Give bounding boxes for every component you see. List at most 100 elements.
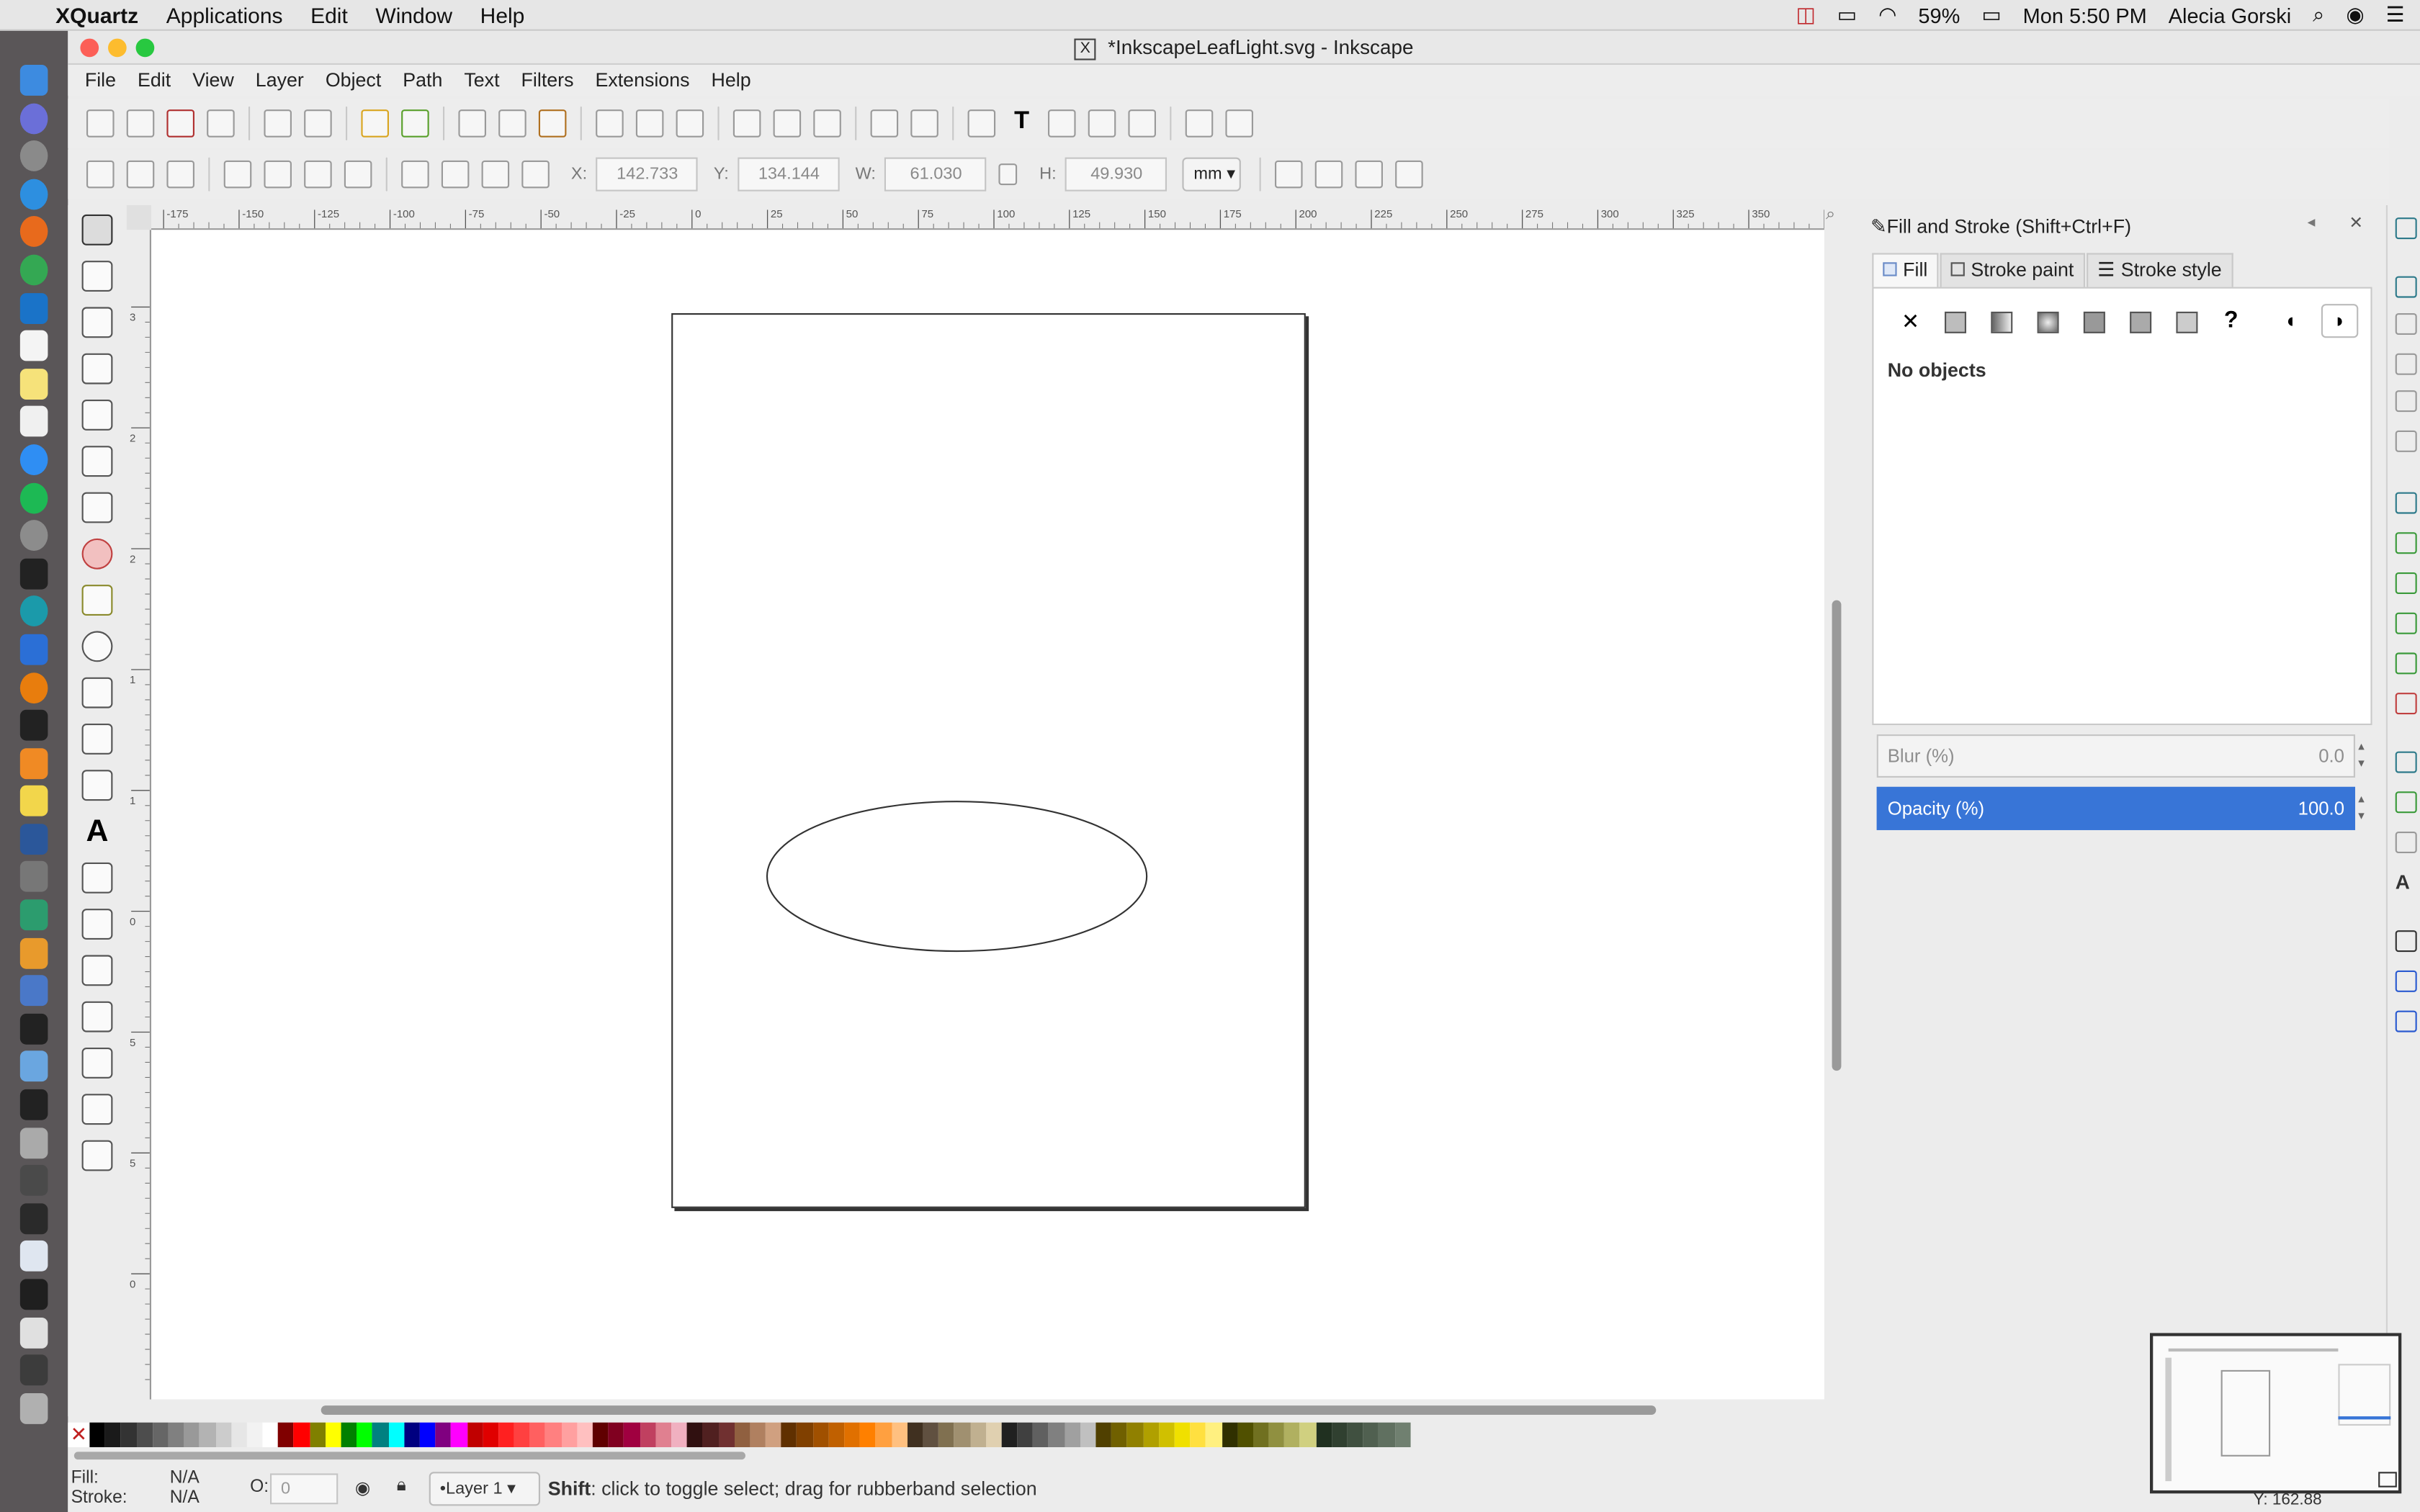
- pencil-tool-icon[interactable]: [81, 677, 113, 708]
- menu-object[interactable]: Object: [326, 69, 381, 91]
- snap-bbox-midpoint-icon[interactable]: [2395, 390, 2417, 413]
- palette-swatch[interactable]: [671, 1422, 687, 1447]
- palette-swatch[interactable]: [262, 1422, 279, 1447]
- app-icon-6[interactable]: [19, 1127, 48, 1158]
- palette-swatch[interactable]: [608, 1422, 624, 1447]
- blender-icon[interactable]: [19, 672, 48, 703]
- app-icon-10[interactable]: [19, 1279, 48, 1310]
- palette-swatch[interactable]: [592, 1422, 609, 1447]
- layers-dialog-icon[interactable]: [1048, 109, 1076, 138]
- finder-icon[interactable]: [19, 65, 48, 96]
- notes-icon[interactable]: [19, 368, 48, 400]
- xquartz-icon[interactable]: [19, 1013, 48, 1045]
- dock-dialog-icon[interactable]: ◂: [2308, 215, 2316, 232]
- palette-swatch[interactable]: [859, 1422, 876, 1447]
- lower-icon[interactable]: [441, 160, 470, 189]
- palette-swatch[interactable]: [954, 1422, 970, 1447]
- y-input[interactable]: 134.144: [738, 157, 841, 192]
- undo-icon[interactable]: [361, 109, 389, 138]
- save-document-icon[interactable]: [166, 109, 194, 138]
- flip-horizontal-icon[interactable]: [304, 160, 332, 189]
- menubar-app-name[interactable]: XQuartz: [55, 2, 138, 27]
- snap-guides-icon[interactable]: [2395, 1010, 2417, 1032]
- palette-swatch[interactable]: [1174, 1422, 1191, 1447]
- fill-rule-evenodd-icon[interactable]: ◖: [2284, 309, 2296, 332]
- palette-swatch[interactable]: [1080, 1422, 1096, 1447]
- palette-swatch[interactable]: [577, 1422, 593, 1447]
- palette-swatch[interactable]: [624, 1422, 640, 1447]
- palette-swatch[interactable]: [844, 1422, 860, 1447]
- connector-tool-icon[interactable]: [81, 1140, 113, 1171]
- palette-swatch[interactable]: [702, 1422, 719, 1447]
- palette-swatch[interactable]: [938, 1422, 954, 1447]
- flip-vertical-icon[interactable]: [344, 160, 372, 189]
- palette-swatch[interactable]: [875, 1422, 892, 1447]
- gradient-tool-icon[interactable]: [81, 1001, 113, 1032]
- vertical-ruler[interactable]: 3 2 2 1 1 0 5 5 0: [126, 230, 151, 1400]
- palette-swatch[interactable]: [1001, 1422, 1018, 1447]
- menu-edit[interactable]: Edit: [138, 69, 171, 91]
- blur-stepper[interactable]: ▴ ▾: [2358, 737, 2365, 771]
- fill-stroke-dialog-icon[interactable]: [967, 109, 996, 138]
- toggle-visibility-icon[interactable]: ◉: [355, 1477, 371, 1498]
- lock-layer-icon[interactable]: 🔒︎: [397, 1477, 406, 1497]
- notification-center-icon[interactable]: ☰: [2386, 3, 2405, 27]
- snap-nodes-icon[interactable]: [2395, 492, 2417, 514]
- mesh-tool-icon[interactable]: [81, 1048, 113, 1079]
- palette-swatch[interactable]: [1363, 1422, 1379, 1447]
- unlink-clone-icon[interactable]: [813, 109, 841, 138]
- import-icon[interactable]: [264, 109, 292, 138]
- snap-others-icon[interactable]: [2395, 751, 2417, 773]
- palette-swatch[interactable]: [907, 1422, 923, 1447]
- export-icon[interactable]: [304, 109, 332, 138]
- palette-swatch[interactable]: [655, 1422, 672, 1447]
- preferences-icon[interactable]: [1225, 109, 1253, 138]
- palette-swatch[interactable]: [781, 1422, 797, 1447]
- zoom-window-button[interactable]: [135, 38, 155, 58]
- opacity-input[interactable]: Opacity (%) 100.0: [1876, 786, 2355, 830]
- palette-swatch[interactable]: [1127, 1422, 1143, 1447]
- app-icon-11[interactable]: [19, 1317, 48, 1348]
- snap-bbox-edge-icon[interactable]: [2395, 313, 2417, 335]
- cut-icon[interactable]: [498, 109, 526, 138]
- utility-icon[interactable]: [19, 861, 48, 893]
- palette-swatch[interactable]: [278, 1422, 295, 1447]
- app-icon-2[interactable]: [19, 937, 48, 968]
- x-input[interactable]: 142.733: [596, 157, 699, 192]
- menubar-applications[interactable]: Applications: [166, 2, 283, 27]
- horizontal-ruler[interactable]: -175 -150 -125 -100 -75 -50 -25 0 25 50 75 100 125 15…: [151, 205, 1824, 230]
- palette-swatch[interactable]: [215, 1422, 231, 1447]
- palette-scrollbar[interactable]: [68, 1446, 2152, 1466]
- palette-swatch[interactable]: [388, 1422, 404, 1447]
- palette-swatch[interactable]: [309, 1422, 326, 1447]
- flat-color-button[interactable]: [1945, 311, 1966, 333]
- redo-icon[interactable]: [401, 109, 429, 138]
- copy-icon[interactable]: [458, 109, 486, 138]
- rectangle-tool-icon[interactable]: [81, 446, 113, 477]
- palette-swatch[interactable]: [419, 1422, 436, 1447]
- app-icon-3[interactable]: [19, 975, 48, 1007]
- scale-stroke-icon[interactable]: [1275, 160, 1304, 189]
- text-font-dialog-icon[interactable]: T: [1008, 109, 1036, 138]
- horizontal-scroll-thumb[interactable]: [321, 1405, 1657, 1415]
- vertical-scrollbar[interactable]: [1826, 230, 1847, 1403]
- siri-icon[interactable]: ◉: [2346, 3, 2364, 27]
- arduino-icon[interactable]: [19, 595, 48, 627]
- lower-to-bottom-icon[interactable]: [401, 160, 429, 189]
- menu-text[interactable]: Text: [464, 69, 499, 91]
- terminal-icon[interactable]: [19, 709, 48, 741]
- scale-corners-icon[interactable]: [1315, 160, 1344, 189]
- unit-select[interactable]: mm ▾: [1183, 157, 1242, 192]
- app-store-icon[interactable]: [19, 444, 48, 475]
- app-icon-1[interactable]: [19, 899, 48, 931]
- snap-text-baseline-icon[interactable]: A: [2396, 871, 2417, 894]
- palette-swatch[interactable]: [1284, 1422, 1301, 1447]
- group-icon[interactable]: [870, 109, 899, 138]
- spotify-icon[interactable]: [19, 482, 48, 513]
- palette-swatch[interactable]: [152, 1422, 169, 1447]
- close-dialog-icon[interactable]: ✕: [2349, 213, 2363, 233]
- measure-tool-icon[interactable]: [81, 400, 113, 431]
- menu-file[interactable]: File: [85, 69, 116, 91]
- palette-swatch[interactable]: [325, 1422, 341, 1447]
- palette-swatch[interactable]: [1347, 1422, 1363, 1447]
